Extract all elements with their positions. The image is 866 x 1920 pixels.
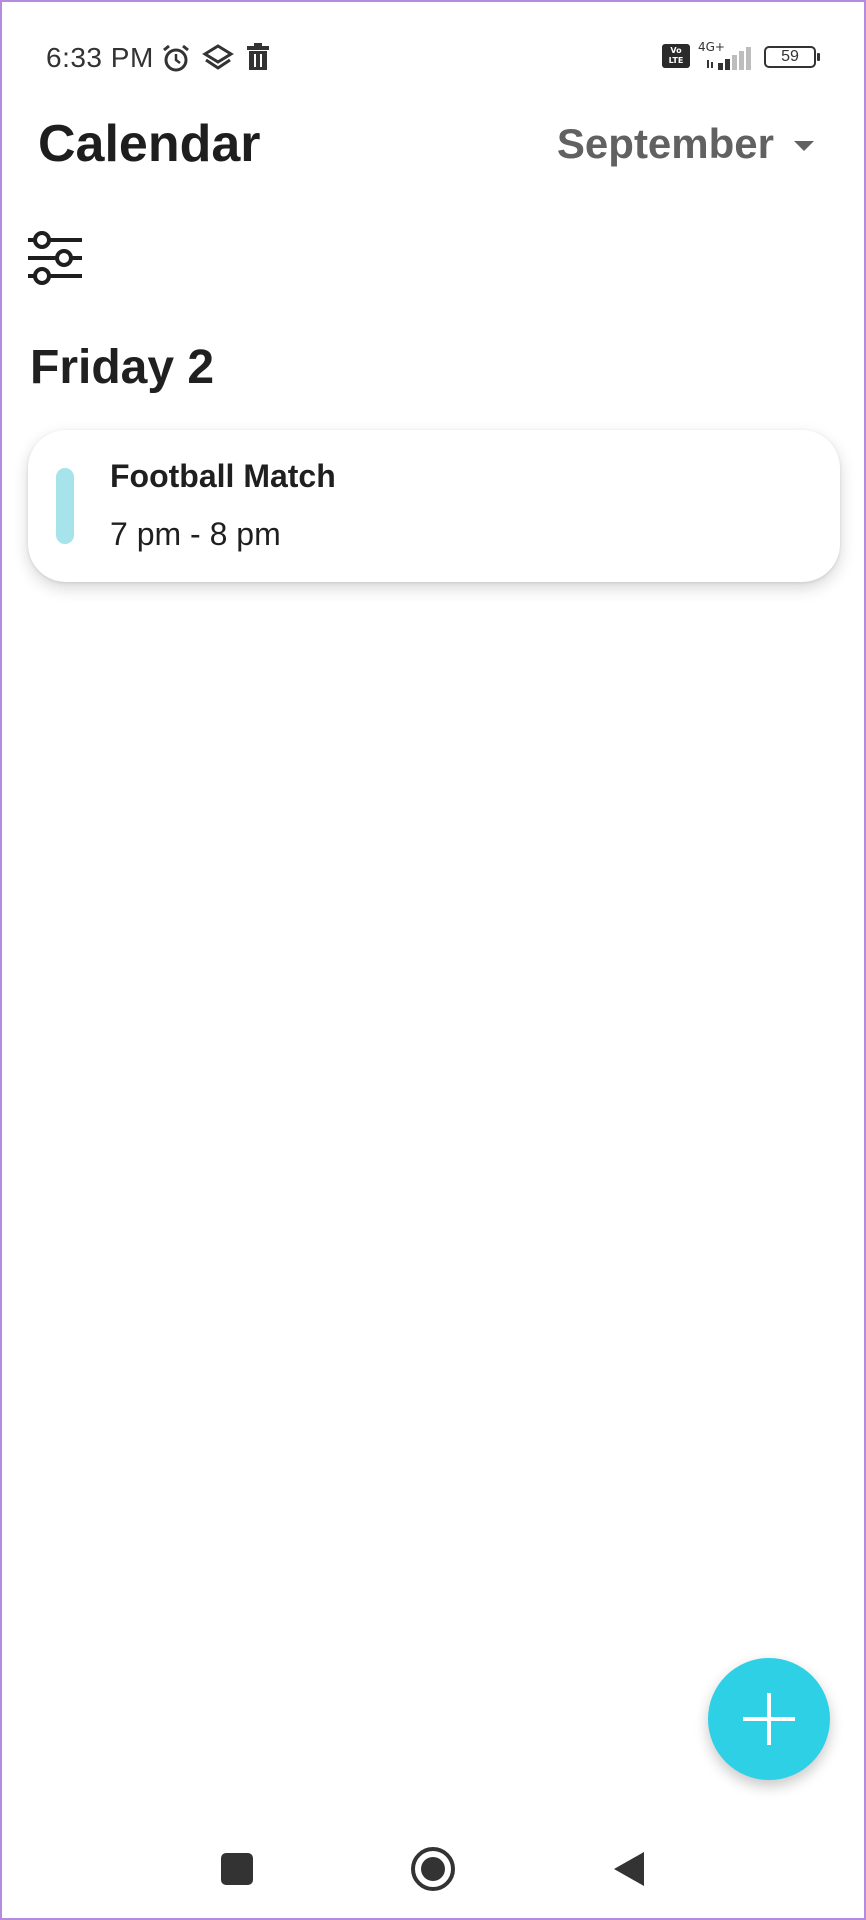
page-title: Calendar — [38, 115, 261, 173]
day-heading: Friday 2 — [30, 341, 215, 394]
chevron-down-icon — [794, 141, 814, 151]
battery-indicator: 59 — [764, 46, 820, 68]
month-label: September — [556, 120, 774, 167]
event-card[interactable]: Football Match 7 pm - 8 pm — [28, 430, 840, 582]
event-color-indicator — [56, 468, 74, 544]
recent-apps-button[interactable] — [220, 1852, 254, 1891]
sliders-icon — [28, 231, 82, 285]
app-screen: 6:33 PM Vo LTE 4G+ 59 Calendar September… — [0, 0, 866, 1920]
event-title: Football Match — [110, 458, 336, 494]
event-time: 7 pm - 8 pm — [110, 516, 281, 552]
add-event-button[interactable] — [708, 1658, 830, 1780]
alarm-icon — [160, 42, 192, 79]
circle-icon — [411, 1847, 455, 1891]
volte-badge: Vo LTE — [662, 44, 690, 68]
status-bar: 6:33 PM Vo LTE 4G+ 59 — [2, 2, 864, 112]
stack-icon — [202, 42, 234, 79]
home-button[interactable] — [410, 1846, 456, 1897]
back-button[interactable] — [612, 1850, 646, 1893]
trash-icon — [244, 42, 272, 77]
triangle-back-icon — [614, 1852, 644, 1886]
square-icon — [221, 1853, 253, 1885]
status-time: 6:33 PM — [46, 42, 154, 73]
plus-icon — [743, 1693, 795, 1745]
filter-button[interactable] — [26, 228, 86, 288]
signal-icon — [706, 46, 756, 75]
month-selector[interactable]: September — [557, 120, 814, 168]
